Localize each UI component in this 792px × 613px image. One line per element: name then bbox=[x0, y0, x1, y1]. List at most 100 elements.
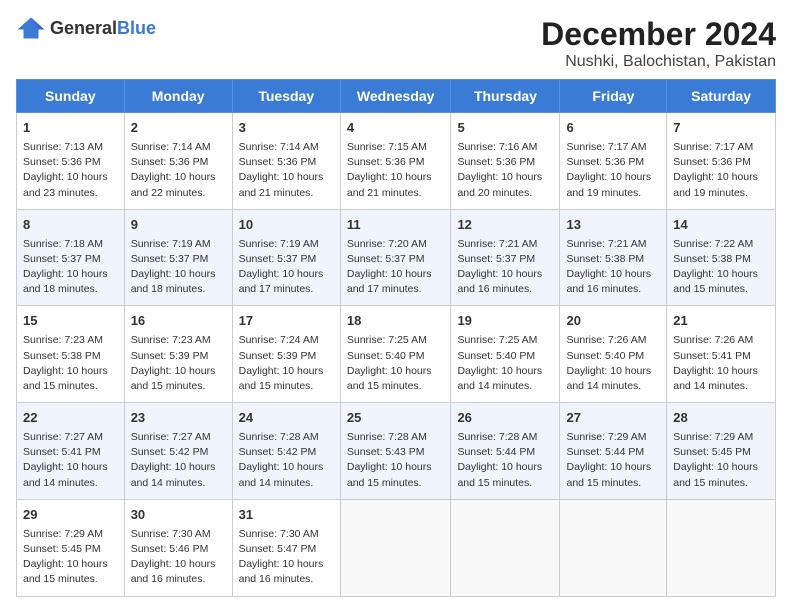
day-info: Sunrise: 7:21 AM Sunset: 5:38 PM Dayligh… bbox=[566, 237, 660, 298]
calendar-cell: 4 Sunrise: 7:15 AM Sunset: 5:36 PM Daylig… bbox=[340, 113, 451, 210]
calendar-cell: 23 Sunrise: 7:27 AM Sunset: 5:42 PM Dayli… bbox=[124, 403, 232, 500]
column-header-tuesday: Tuesday bbox=[232, 80, 340, 113]
day-info: Sunrise: 7:30 AM Sunset: 5:46 PM Dayligh… bbox=[131, 527, 226, 588]
calendar-cell: 5 Sunrise: 7:16 AM Sunset: 5:36 PM Daylig… bbox=[451, 113, 560, 210]
day-number: 13 bbox=[566, 216, 660, 235]
day-number: 3 bbox=[239, 119, 334, 138]
day-info: Sunrise: 7:17 AM Sunset: 5:36 PM Dayligh… bbox=[673, 140, 769, 201]
calendar-cell: 26Sunrise: 7:28 AM Sunset: 5:44 PM Dayli… bbox=[451, 403, 560, 500]
day-info: Sunrise: 7:26 AM Sunset: 5:40 PM Dayligh… bbox=[566, 333, 660, 394]
day-number: 4 bbox=[347, 119, 445, 138]
day-info: Sunrise: 7:23 AM Sunset: 5:38 PM Dayligh… bbox=[23, 333, 118, 394]
calendar-week-row: 22 Sunrise: 7:27 AM Sunset: 5:41 PM Dayli… bbox=[17, 403, 776, 500]
calendar-cell: 11 Sunrise: 7:20 AM Sunset: 5:37 PM Dayli… bbox=[340, 209, 451, 306]
calendar-cell: 31 Sunrise: 7:30 AM Sunset: 5:47 PM Dayli… bbox=[232, 499, 340, 596]
calendar-week-row: 29Sunrise: 7:29 AM Sunset: 5:45 PM Dayli… bbox=[17, 499, 776, 596]
calendar-cell: 13 Sunrise: 7:21 AM Sunset: 5:38 PM Dayli… bbox=[560, 209, 667, 306]
calendar-cell bbox=[667, 499, 776, 596]
calendar-week-row: 1 Sunrise: 7:13 AM Sunset: 5:36 PM Daylig… bbox=[17, 113, 776, 210]
day-info: Sunrise: 7:20 AM Sunset: 5:37 PM Dayligh… bbox=[347, 237, 445, 298]
calendar-cell bbox=[340, 499, 451, 596]
day-number: 6 bbox=[566, 119, 660, 138]
day-number: 22 bbox=[23, 409, 118, 428]
day-number: 28 bbox=[673, 409, 769, 428]
day-number: 8 bbox=[23, 216, 118, 235]
day-number: 23 bbox=[131, 409, 226, 428]
calendar-table: SundayMondayTuesdayWednesdayThursdayFrid… bbox=[16, 79, 776, 597]
header: GeneralBlue December 2024 Nushki, Baloch… bbox=[16, 16, 776, 71]
calendar-cell bbox=[451, 499, 560, 596]
day-info: Sunrise: 7:19 AM Sunset: 5:37 PM Dayligh… bbox=[239, 237, 334, 298]
calendar-cell: 6 Sunrise: 7:17 AM Sunset: 5:36 PM Daylig… bbox=[560, 113, 667, 210]
calendar-cell: 22 Sunrise: 7:27 AM Sunset: 5:41 PM Dayli… bbox=[17, 403, 125, 500]
logo: GeneralBlue bbox=[16, 16, 156, 40]
day-number: 18 bbox=[347, 312, 445, 331]
day-info: Sunrise: 7:16 AM Sunset: 5:36 PM Dayligh… bbox=[457, 140, 553, 201]
day-number: 19 bbox=[457, 312, 553, 331]
calendar-cell: 16Sunrise: 7:23 AM Sunset: 5:39 PM Dayli… bbox=[124, 306, 232, 403]
title-area: December 2024 Nushki, Balochistan, Pakis… bbox=[541, 16, 776, 71]
day-number: 5 bbox=[457, 119, 553, 138]
day-number: 27 bbox=[566, 409, 660, 428]
day-info: Sunrise: 7:18 AM Sunset: 5:37 PM Dayligh… bbox=[23, 237, 118, 298]
day-number: 16 bbox=[131, 312, 226, 331]
logo-general-text: General bbox=[50, 18, 117, 38]
calendar-cell: 21Sunrise: 7:26 AM Sunset: 5:41 PM Dayli… bbox=[667, 306, 776, 403]
calendar-cell: 18 Sunrise: 7:25 AM Sunset: 5:40 PM Dayli… bbox=[340, 306, 451, 403]
day-info: Sunrise: 7:28 AM Sunset: 5:44 PM Dayligh… bbox=[457, 430, 553, 491]
day-info: Sunrise: 7:25 AM Sunset: 5:40 PM Dayligh… bbox=[347, 333, 445, 394]
day-info: Sunrise: 7:15 AM Sunset: 5:36 PM Dayligh… bbox=[347, 140, 445, 201]
day-info: Sunrise: 7:28 AM Sunset: 5:42 PM Dayligh… bbox=[239, 430, 334, 491]
calendar-cell: 7 Sunrise: 7:17 AM Sunset: 5:36 PM Daylig… bbox=[667, 113, 776, 210]
column-header-saturday: Saturday bbox=[667, 80, 776, 113]
calendar-cell: 8 Sunrise: 7:18 AM Sunset: 5:37 PM Daylig… bbox=[17, 209, 125, 306]
day-info: Sunrise: 7:22 AM Sunset: 5:38 PM Dayligh… bbox=[673, 237, 769, 298]
day-info: Sunrise: 7:25 AM Sunset: 5:40 PM Dayligh… bbox=[457, 333, 553, 394]
day-number: 9 bbox=[131, 216, 226, 235]
day-info: Sunrise: 7:24 AM Sunset: 5:39 PM Dayligh… bbox=[239, 333, 334, 394]
column-header-thursday: Thursday bbox=[451, 80, 560, 113]
calendar-cell: 9 Sunrise: 7:19 AM Sunset: 5:37 PM Daylig… bbox=[124, 209, 232, 306]
day-number: 25 bbox=[347, 409, 445, 428]
column-header-wednesday: Wednesday bbox=[340, 80, 451, 113]
day-info: Sunrise: 7:21 AM Sunset: 5:37 PM Dayligh… bbox=[457, 237, 553, 298]
location-title: Nushki, Balochistan, Pakistan bbox=[541, 53, 776, 71]
column-header-monday: Monday bbox=[124, 80, 232, 113]
day-info: Sunrise: 7:27 AM Sunset: 5:42 PM Dayligh… bbox=[131, 430, 226, 491]
day-number: 10 bbox=[239, 216, 334, 235]
day-info: Sunrise: 7:30 AM Sunset: 5:47 PM Dayligh… bbox=[239, 527, 334, 588]
day-info: Sunrise: 7:19 AM Sunset: 5:37 PM Dayligh… bbox=[131, 237, 226, 298]
day-number: 7 bbox=[673, 119, 769, 138]
calendar-cell: 1 Sunrise: 7:13 AM Sunset: 5:36 PM Daylig… bbox=[17, 113, 125, 210]
day-number: 11 bbox=[347, 216, 445, 235]
day-info: Sunrise: 7:14 AM Sunset: 5:36 PM Dayligh… bbox=[239, 140, 334, 201]
day-number: 2 bbox=[131, 119, 226, 138]
day-info: Sunrise: 7:17 AM Sunset: 5:36 PM Dayligh… bbox=[566, 140, 660, 201]
calendar-cell: 3 Sunrise: 7:14 AM Sunset: 5:36 PM Daylig… bbox=[232, 113, 340, 210]
calendar-cell: 2Sunrise: 7:14 AM Sunset: 5:36 PM Daylig… bbox=[124, 113, 232, 210]
month-title: December 2024 bbox=[541, 16, 776, 53]
logo-icon bbox=[16, 16, 46, 40]
calendar-week-row: 8 Sunrise: 7:18 AM Sunset: 5:37 PM Daylig… bbox=[17, 209, 776, 306]
day-info: Sunrise: 7:26 AM Sunset: 5:41 PM Dayligh… bbox=[673, 333, 769, 394]
column-header-friday: Friday bbox=[560, 80, 667, 113]
calendar-cell: 20Sunrise: 7:26 AM Sunset: 5:40 PM Dayli… bbox=[560, 306, 667, 403]
day-number: 29 bbox=[23, 506, 118, 525]
calendar-cell: 19 Sunrise: 7:25 AM Sunset: 5:40 PM Dayli… bbox=[451, 306, 560, 403]
day-info: Sunrise: 7:29 AM Sunset: 5:45 PM Dayligh… bbox=[673, 430, 769, 491]
day-number: 14 bbox=[673, 216, 769, 235]
day-info: Sunrise: 7:13 AM Sunset: 5:36 PM Dayligh… bbox=[23, 140, 118, 201]
calendar-cell: 14 Sunrise: 7:22 AM Sunset: 5:38 PM Dayli… bbox=[667, 209, 776, 306]
day-number: 1 bbox=[23, 119, 118, 138]
calendar-week-row: 15 Sunrise: 7:23 AM Sunset: 5:38 PM Dayli… bbox=[17, 306, 776, 403]
calendar-cell: 28 Sunrise: 7:29 AM Sunset: 5:45 PM Dayli… bbox=[667, 403, 776, 500]
day-number: 12 bbox=[457, 216, 553, 235]
calendar-cell: 17Sunrise: 7:24 AM Sunset: 5:39 PM Dayli… bbox=[232, 306, 340, 403]
calendar-cell: 27Sunrise: 7:29 AM Sunset: 5:44 PM Dayli… bbox=[560, 403, 667, 500]
day-info: Sunrise: 7:27 AM Sunset: 5:41 PM Dayligh… bbox=[23, 430, 118, 491]
day-number: 15 bbox=[23, 312, 118, 331]
calendar-cell: 10 Sunrise: 7:19 AM Sunset: 5:37 PM Dayli… bbox=[232, 209, 340, 306]
calendar-cell bbox=[560, 499, 667, 596]
column-header-sunday: Sunday bbox=[17, 80, 125, 113]
day-number: 31 bbox=[239, 506, 334, 525]
